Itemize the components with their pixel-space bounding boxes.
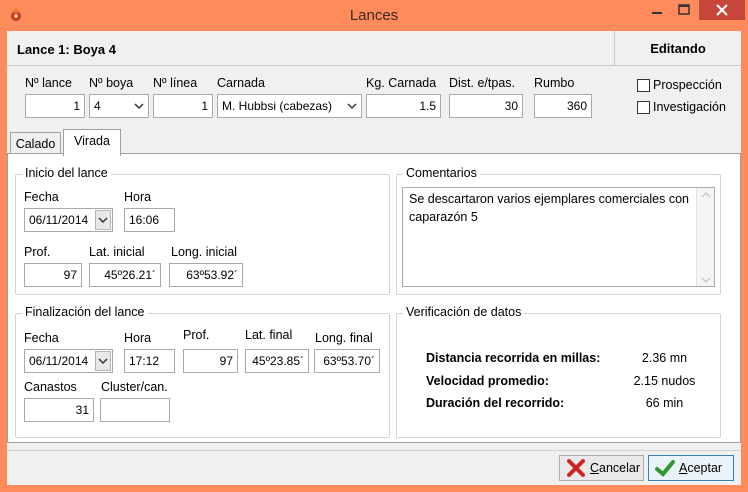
kg-carnada-label: Kg. Carnada — [366, 76, 437, 90]
comentarios-title: Comentarios — [403, 166, 480, 180]
final-fecha-label: Fecha — [24, 331, 59, 345]
inicio-fecha-picker[interactable]: 06/11/2014 — [24, 208, 113, 232]
final-hora-label: Hora — [124, 331, 152, 345]
cluster-input[interactable] — [100, 398, 170, 422]
inicio-hora-input[interactable]: 16:06 — [124, 208, 175, 232]
verif-distancia-value: 2.36 mn — [641, 351, 688, 365]
inicio-group-title: Inicio del lance — [22, 166, 111, 180]
chevron-down-icon — [133, 95, 145, 117]
carnada-label: Carnada — [217, 76, 265, 90]
dist-label: Dist. e/tpas. — [449, 76, 515, 90]
prospeccion-label[interactable]: Prospección — [653, 78, 722, 92]
comentarios-group: Comentarios Se descartaron varios ejempl… — [396, 166, 721, 295]
maximize-button[interactable] — [671, 0, 697, 22]
tab-virada[interactable]: Virada — [63, 129, 121, 156]
tab-panel-virada: Inicio del lance Fecha 06/11/2014 Hora 1… — [7, 153, 741, 443]
inicio-hora-label: Hora — [124, 190, 152, 204]
verificacion-group: Verificación de datos Distancia recorrid… — [396, 305, 721, 438]
window: Lances Lance 1: Boya 4 Editando Nº lance… — [0, 0, 748, 492]
n-lance-input[interactable]: 1 — [25, 94, 85, 118]
final-lat-label: Lat. final — [245, 328, 293, 342]
n-boya-select[interactable]: 4 — [89, 94, 149, 118]
close-icon — [716, 4, 728, 16]
calendar-dropdown-icon[interactable] — [95, 351, 111, 371]
verif-duracion-key: Duración del recorrido: — [426, 396, 565, 410]
cluster-label: Cluster/can. — [101, 380, 168, 394]
comentarios-scrollbar[interactable] — [696, 188, 714, 286]
inicio-fecha-value: 06/11/2014 — [29, 213, 89, 227]
window-title: Lances — [349, 7, 399, 24]
dist-input[interactable]: 30 — [449, 94, 523, 118]
inicio-prof-label: Prof. — [24, 245, 51, 259]
final-hora-input[interactable]: 17:12 — [124, 349, 175, 373]
calendar-dropdown-icon[interactable] — [95, 210, 111, 230]
inicio-group: Inicio del lance Fecha 06/11/2014 Hora 1… — [15, 166, 390, 295]
canastos-label: Canastos — [24, 380, 77, 394]
footer-bar: Cancelar Aceptar — [7, 450, 741, 485]
inicio-long-label: Long. inicial — [171, 245, 238, 259]
dialog-client: Lance 1: Boya 4 Editando Nº lance 1 Nº b… — [7, 31, 741, 485]
accept-button[interactable]: Aceptar — [648, 455, 734, 481]
final-fecha-value: 06/11/2014 — [29, 354, 89, 368]
inicio-long-input[interactable]: 63º53.92´ — [169, 263, 243, 287]
close-button[interactable] — [699, 0, 745, 20]
inicio-fecha-label: Fecha — [24, 190, 59, 204]
final-fecha-picker[interactable]: 06/11/2014 — [24, 349, 113, 373]
cancel-button[interactable]: Cancelar — [559, 455, 644, 481]
kg-carnada-input[interactable]: 1.5 — [366, 94, 441, 118]
chevron-down-icon — [346, 95, 358, 117]
lance-title: Lance 1: Boya 4 — [17, 42, 116, 57]
final-long-label: Long. final — [315, 331, 373, 345]
verif-duracion-value: 66 min — [645, 396, 684, 410]
cancel-x-icon — [567, 459, 585, 477]
final-group-title: Finalización del lance — [22, 305, 148, 319]
verif-velocidad-value: 2.15 nudos — [633, 374, 696, 388]
n-linea-input[interactable]: 1 — [153, 94, 213, 118]
verif-velocidad-key: Velocidad promedio: — [426, 374, 549, 388]
final-lat-input[interactable]: 45º23.85´ — [245, 349, 309, 373]
final-long-input[interactable]: 63º53.70´ — [314, 349, 380, 373]
prospeccion-checkbox[interactable] — [637, 79, 650, 92]
minimize-button[interactable] — [643, 0, 671, 22]
carnada-select[interactable]: M. Hubbsi (cabezas) — [217, 94, 362, 118]
final-prof-input[interactable]: 97 — [183, 349, 238, 373]
verificacion-title: Verificación de datos — [403, 305, 525, 319]
n-boya-label: Nº boya — [89, 76, 134, 90]
rumbo-input[interactable]: 360 — [534, 94, 592, 118]
status-label: Editando — [614, 31, 741, 66]
n-boya-value: 4 — [94, 99, 101, 113]
comentarios-text: Se descartaron varios ejemplares comerci… — [409, 192, 689, 224]
comentarios-textarea[interactable]: Se descartaron varios ejemplares comerci… — [402, 187, 715, 287]
canastos-input[interactable]: 31 — [24, 398, 94, 422]
n-lance-label: Nº lance — [25, 76, 72, 90]
investigacion-label[interactable]: Investigación — [653, 100, 726, 114]
title-bar[interactable]: Lances — [0, 0, 748, 30]
verif-distancia-key: Distancia recorrida en millas: — [426, 351, 601, 365]
checkmark-icon — [655, 460, 675, 477]
n-linea-label: Nº línea — [153, 76, 198, 90]
rumbo-label: Rumbo — [534, 76, 575, 90]
final-prof-label: Prof. — [183, 328, 210, 342]
inicio-lat-label: Lat. inicial — [89, 245, 145, 259]
header-bar: Lance 1: Boya 4 Editando — [7, 31, 741, 66]
carnada-value: M. Hubbsi (cabezas) — [222, 99, 333, 113]
final-group: Finalización del lance Fecha 06/11/2014 … — [15, 305, 390, 438]
investigacion-checkbox[interactable] — [637, 101, 650, 114]
inicio-prof-input[interactable]: 97 — [24, 263, 82, 287]
inicio-lat-input[interactable]: 45º26.21´ — [89, 263, 161, 287]
